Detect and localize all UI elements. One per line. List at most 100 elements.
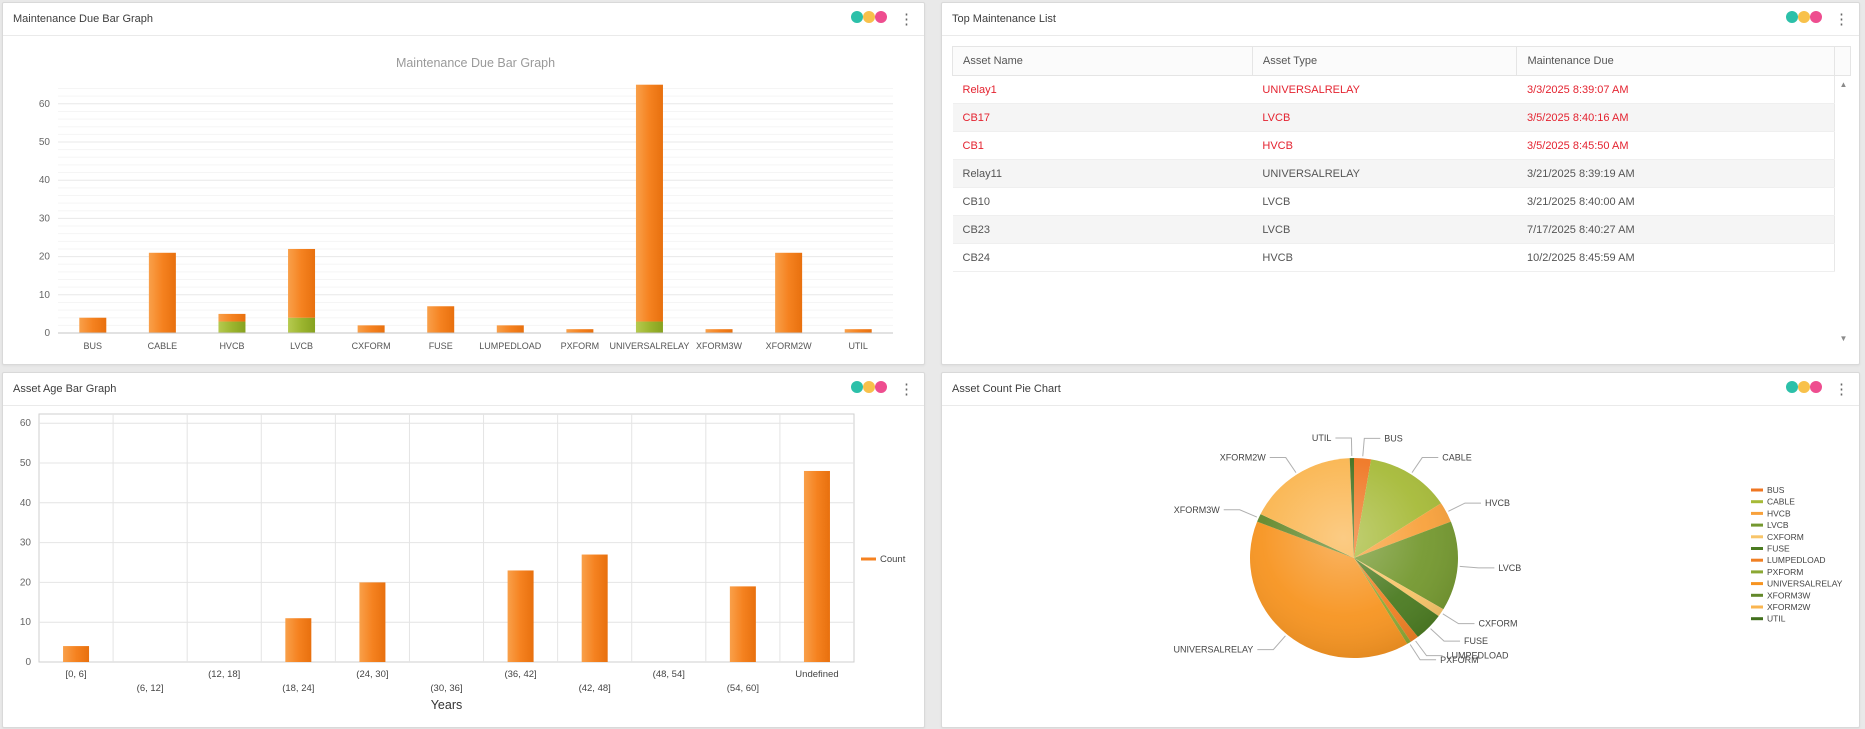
table-row[interactable]: CB23LVCB7/17/2025 8:40:27 AM [953,216,1851,244]
cell-maintenance-due: 3/5/2025 8:45:50 AM [1517,132,1835,160]
panel-maintenance-due-bar-graph: Maintenance Due Bar Graph ⋮ 010203040506… [2,2,925,365]
table-row[interactable]: Relay11UNIVERSALRELAY3/21/2025 8:39:19 A… [953,160,1851,188]
bar-segment-orange-XFORM3W [706,329,733,333]
x-axis-category-label: LVCB [290,341,313,351]
bar-segment-green-LVCB [288,318,315,333]
pie-leader-line [1257,636,1285,650]
y-axis-tick-label: 50 [39,137,51,148]
cell-maintenance-due: 3/21/2025 8:39:19 AM [1517,160,1835,188]
pie-leader-line [1270,458,1296,473]
bar-segment-orange-LUMPEDLOAD [497,325,524,333]
panel-asset-age-bar-graph: Asset Age Bar Graph ⋮ 0102030405060[0, 6… [2,372,925,728]
column-header-maintenance-due[interactable]: Maintenance Due [1517,47,1835,76]
maintenance-chart-area: 0102030405060Maintenance Due Bar GraphBU… [3,36,924,364]
panel-status-dot-1[interactable] [1798,11,1810,23]
panel-status-dot-0[interactable] [851,381,863,393]
bar-segment-orange-UNIVERSALRELAY [636,85,663,322]
x-axis-category-label: PXFORM [561,341,600,351]
kebab-menu-icon[interactable]: ⋮ [899,382,914,397]
panel-status-dot-0[interactable] [1786,11,1798,23]
y-axis-tick-label: 0 [44,328,50,339]
panel-status-dot-2[interactable] [875,11,887,23]
table-scrollbar[interactable]: ▲ ▼ [1837,81,1850,343]
panel-status-dot-0[interactable] [851,11,863,23]
column-header-asset-type[interactable]: Asset Type [1252,47,1517,76]
legend-label: LVCB [1767,520,1789,530]
panel-status-dot-1[interactable] [863,11,875,23]
bar-[0, 6] [63,646,89,662]
panel-status-dots [1786,380,1822,398]
cell-asset-type: UNIVERSALRELAY [1252,76,1517,104]
panel-status-dot-2[interactable] [1810,11,1822,23]
panel-header: Asset Age Bar Graph ⋮ [3,373,924,406]
x-axis-category-label: [0, 6] [65,669,86,680]
y-axis-tick-label: 40 [39,175,51,186]
scroll-down-icon[interactable]: ▼ [1840,335,1848,343]
legend-label: LUMPEDLOAD [1767,555,1826,565]
panel-status-dot-0[interactable] [1786,381,1798,393]
kebab-menu-icon[interactable]: ⋮ [1834,382,1849,397]
kebab-menu-icon[interactable]: ⋮ [899,12,914,27]
panel-status-dot-1[interactable] [1798,381,1810,393]
x-axis-category-label: (6, 12] [137,683,164,694]
scroll-up-icon[interactable]: ▲ [1840,81,1848,89]
x-axis-category-label: BUS [84,341,103,351]
panel-header-controls: ⋮ [1786,10,1849,28]
maintenance-table: Asset NameAsset TypeMaintenance Due Rela… [952,46,1851,272]
bar-Undefined [804,471,830,662]
x-axis-category-label: HVCB [219,341,244,351]
cell-maintenance-due: 3/5/2025 8:40:16 AM [1517,104,1835,132]
pie-leader-line [1443,614,1475,624]
y-axis-tick-label: 30 [20,538,32,549]
cell-asset-name: CB23 [953,216,1253,244]
bar-segment-orange-XFORM2W [775,253,802,333]
column-header-scroll-spacer [1835,47,1851,76]
table-row[interactable]: CB10LVCB3/21/2025 8:40:00 AM [953,188,1851,216]
panel-status-dot-2[interactable] [1810,381,1822,393]
cell-asset-name: CB17 [953,104,1253,132]
panel-status-dot-1[interactable] [863,381,875,393]
legend-label: FUSE [1767,544,1790,554]
cell-asset-name: CB24 [953,244,1253,272]
y-axis-tick-label: 50 [20,458,32,469]
column-header-asset-name[interactable]: Asset Name [953,47,1253,76]
legend-label: HVCB [1767,508,1791,518]
x-axis-category-label: (36, 42] [504,669,536,680]
pie-slice-label: FUSE [1464,636,1488,646]
pie-leader-line [1224,510,1257,517]
bar-segment-orange-BUS [79,318,106,333]
bar-segment-orange-CXFORM [358,325,385,333]
maintenance-due-bar-chart: 0102030405060Maintenance Due Bar GraphBU… [3,36,922,363]
pie-slice-label: XFORM2W [1220,453,1267,463]
pie-slice-label: LVCB [1498,563,1521,573]
y-axis-tick-label: 10 [20,617,32,628]
legend-label: UTIL [1767,614,1786,624]
bar-segment-orange-HVCB [218,314,245,322]
legend-label: PXFORM [1767,567,1803,577]
pie-slice-label: PXFORM [1440,655,1479,665]
table-row[interactable]: CB24HVCB10/2/2025 8:45:59 AM [953,244,1851,272]
cell-maintenance-due: 10/2/2025 8:45:59 AM [1517,244,1835,272]
table-row[interactable]: CB1HVCB3/5/2025 8:45:50 AM [953,132,1851,160]
panel-status-dot-2[interactable] [875,381,887,393]
y-axis-tick-label: 0 [25,657,31,668]
panel-title: Asset Count Pie Chart [952,383,1061,395]
x-axis-category-label: XFORM3W [696,341,743,351]
legend-label: XFORM3W [1767,590,1810,600]
y-axis-tick-label: 60 [20,418,32,429]
x-axis-title: Years [431,698,463,712]
chart-title: Maintenance Due Bar Graph [396,56,555,70]
bar-(18, 24] [285,618,311,662]
bar-(42, 48] [582,555,608,662]
y-axis-tick-label: 30 [39,213,51,224]
table-row[interactable]: CB17LVCB3/5/2025 8:40:16 AM [953,104,1851,132]
bar-segment-green-HVCB [218,322,245,333]
x-axis-category-label: FUSE [429,341,453,351]
table-row[interactable]: Relay1UNIVERSALRELAY3/3/2025 8:39:07 AM [953,76,1851,104]
panel-title: Maintenance Due Bar Graph [13,13,153,25]
legend-label: BUS [1767,485,1785,495]
panel-status-dots [851,10,887,28]
kebab-menu-icon[interactable]: ⋮ [1834,12,1849,27]
legend-label: Count [880,554,906,565]
pie-slice-label: UTIL [1312,433,1332,443]
